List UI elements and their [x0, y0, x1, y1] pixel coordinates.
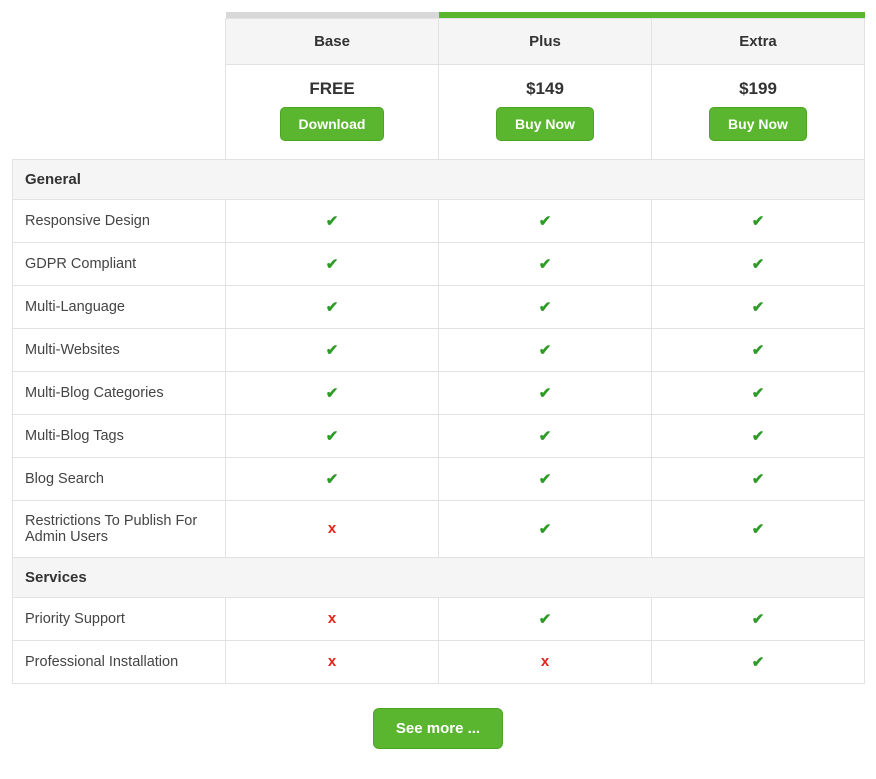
section-heading: General — [13, 159, 865, 199]
check-icon: ✔ — [326, 342, 339, 359]
plan-cta-cell-extra: $199 Buy Now — [652, 64, 865, 159]
check-icon: ✔ — [539, 428, 552, 445]
feature-label: Blog Search — [13, 457, 226, 500]
buy-now-button-plus[interactable]: Buy Now — [496, 107, 594, 141]
buy-now-button-extra[interactable]: Buy Now — [709, 107, 807, 141]
check-icon: ✔ — [752, 654, 765, 671]
feature-label: Priority Support — [13, 597, 226, 640]
feature-value: ✔ — [439, 371, 652, 414]
plan-price-base: FREE — [234, 79, 430, 99]
plan-name-base: Base — [226, 18, 439, 64]
feature-value: ✔ — [652, 199, 865, 242]
feature-value: x — [439, 640, 652, 683]
check-icon: ✔ — [752, 471, 765, 488]
cross-icon: x — [328, 520, 336, 537]
feature-value: ✔ — [226, 242, 439, 285]
table-row: GDPR Compliant ✔ ✔ ✔ — [13, 242, 865, 285]
feature-value: ✔ — [439, 285, 652, 328]
feature-value: ✔ — [652, 640, 865, 683]
feature-label: Multi-Blog Tags — [13, 414, 226, 457]
plan-cta-cell-plus: $149 Buy Now — [439, 64, 652, 159]
feature-value: ✔ — [439, 597, 652, 640]
feature-value: ✔ — [652, 371, 865, 414]
table-row: Multi-Language ✔ ✔ ✔ — [13, 285, 865, 328]
feature-label: Multi-Websites — [13, 328, 226, 371]
plan-name-extra: Extra — [652, 18, 865, 64]
feature-value: ✔ — [652, 597, 865, 640]
feature-label: Responsive Design — [13, 199, 226, 242]
plan-price-extra: $199 — [660, 79, 856, 99]
feature-value: ✔ — [226, 199, 439, 242]
feature-label: GDPR Compliant — [13, 242, 226, 285]
check-icon: ✔ — [752, 342, 765, 359]
feature-value: x — [226, 597, 439, 640]
plan-cta-cell-base: FREE Download — [226, 64, 439, 159]
table-row: Multi-Websites ✔ ✔ ✔ — [13, 328, 865, 371]
feature-value: ✔ — [439, 328, 652, 371]
feature-value: ✔ — [652, 500, 865, 557]
feature-value: ✔ — [439, 457, 652, 500]
check-icon: ✔ — [752, 385, 765, 402]
plan-name-plus: Plus — [439, 18, 652, 64]
download-button[interactable]: Download — [280, 107, 385, 141]
check-icon: ✔ — [752, 521, 765, 538]
feature-value: x — [226, 500, 439, 557]
feature-value: ✔ — [439, 242, 652, 285]
table-row: Responsive Design ✔ ✔ ✔ — [13, 199, 865, 242]
check-icon: ✔ — [539, 521, 552, 538]
check-icon: ✔ — [326, 428, 339, 445]
cross-icon: x — [328, 653, 336, 670]
feature-label: Professional Installation — [13, 640, 226, 683]
feature-value: ✔ — [226, 371, 439, 414]
feature-value: ✔ — [226, 285, 439, 328]
table-row: Priority Support x ✔ ✔ — [13, 597, 865, 640]
pricing-table: BasePlusExtraFREEDownload$149Buy Now$199… — [12, 12, 865, 684]
check-icon: ✔ — [539, 256, 552, 273]
table-row: Multi-Blog Categories ✔ ✔ ✔ — [13, 371, 865, 414]
feature-value: ✔ — [226, 328, 439, 371]
feature-value: ✔ — [652, 457, 865, 500]
plan-price-plus: $149 — [447, 79, 643, 99]
feature-value: x — [226, 640, 439, 683]
check-icon: ✔ — [326, 471, 339, 488]
feature-label: Restrictions To Publish For Admin Users — [13, 500, 226, 557]
table-row: Restrictions To Publish For Admin Users x… — [13, 500, 865, 557]
check-icon: ✔ — [539, 611, 552, 628]
feature-value: ✔ — [652, 242, 865, 285]
check-icon: ✔ — [752, 213, 765, 230]
check-icon: ✔ — [539, 342, 552, 359]
cross-icon: x — [541, 653, 549, 670]
section-heading: Services — [13, 557, 865, 597]
check-icon: ✔ — [752, 428, 765, 445]
feature-value: ✔ — [652, 328, 865, 371]
cross-icon: x — [328, 610, 336, 627]
check-icon: ✔ — [752, 256, 765, 273]
check-icon: ✔ — [326, 299, 339, 316]
check-icon: ✔ — [326, 256, 339, 273]
feature-value: ✔ — [439, 500, 652, 557]
feature-value: ✔ — [439, 199, 652, 242]
check-icon: ✔ — [326, 385, 339, 402]
check-icon: ✔ — [539, 385, 552, 402]
feature-value: ✔ — [652, 285, 865, 328]
check-icon: ✔ — [539, 299, 552, 316]
check-icon: ✔ — [539, 213, 552, 230]
table-row: Professional Installation x x ✔ — [13, 640, 865, 683]
check-icon: ✔ — [539, 471, 552, 488]
check-icon: ✔ — [326, 213, 339, 230]
feature-value: ✔ — [226, 457, 439, 500]
feature-value: ✔ — [226, 414, 439, 457]
see-more-button[interactable]: See more ... — [373, 708, 503, 749]
feature-label: Multi-Language — [13, 285, 226, 328]
table-row: Blog Search ✔ ✔ ✔ — [13, 457, 865, 500]
feature-value: ✔ — [652, 414, 865, 457]
feature-value: ✔ — [439, 414, 652, 457]
check-icon: ✔ — [752, 299, 765, 316]
table-row: Multi-Blog Tags ✔ ✔ ✔ — [13, 414, 865, 457]
feature-label: Multi-Blog Categories — [13, 371, 226, 414]
check-icon: ✔ — [752, 611, 765, 628]
